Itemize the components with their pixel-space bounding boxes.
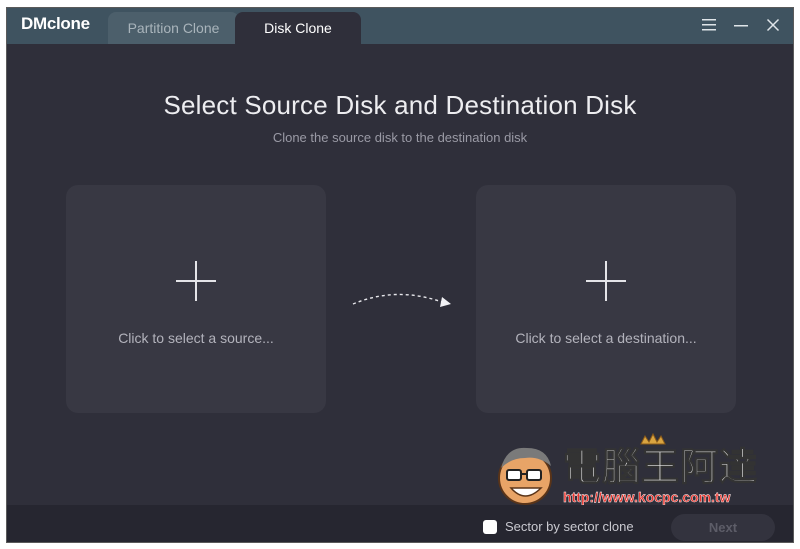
page-subtitle: Clone the source disk to the destination… (272, 130, 528, 145)
next-button-label: Next (708, 520, 738, 535)
tab-disk-clone[interactable]: Disk Clone (235, 12, 361, 44)
destination-disk-label: Click to select a destination... (515, 330, 697, 346)
watermark-logo: 電腦王阿達 http://www.kocpc.com.tw (498, 432, 758, 505)
menu-button[interactable] (697, 13, 721, 37)
menu-icon (702, 19, 716, 31)
watermark-text: 電腦王阿達 (563, 445, 758, 489)
title-bar: DMclone Partition Clone Disk Clone (7, 8, 793, 44)
next-button[interactable]: Next (671, 514, 775, 541)
source-disk-selector[interactable]: Click to select a source... (66, 185, 326, 413)
watermark-url: http://www.kocpc.com.tw (563, 489, 731, 505)
footer-bar: Sector by sector clone Next (7, 505, 793, 542)
sector-clone-checkbox[interactable] (483, 520, 497, 534)
destination-disk-selector[interactable]: Click to select a destination... (476, 185, 736, 413)
minimize-button[interactable] (729, 13, 753, 37)
plus-icon (176, 261, 216, 301)
minimize-icon (734, 25, 748, 27)
page-title: Select Source Disk and Destination Disk (163, 90, 637, 120)
tab-partition-clone[interactable]: Partition Clone (108, 12, 239, 44)
close-icon (766, 18, 780, 32)
tab-label: Partition Clone (127, 20, 220, 36)
source-disk-label: Click to select a source... (118, 330, 274, 346)
close-button[interactable] (761, 13, 785, 37)
dashed-arrow-icon (352, 293, 451, 307)
app-window: DMclone Partition Clone Disk Clone Selec… (6, 7, 794, 543)
tab-label: Disk Clone (264, 20, 332, 36)
plus-icon (586, 261, 626, 301)
app-title: DMclone (21, 14, 90, 33)
sector-clone-label: Sector by sector clone (505, 519, 634, 534)
